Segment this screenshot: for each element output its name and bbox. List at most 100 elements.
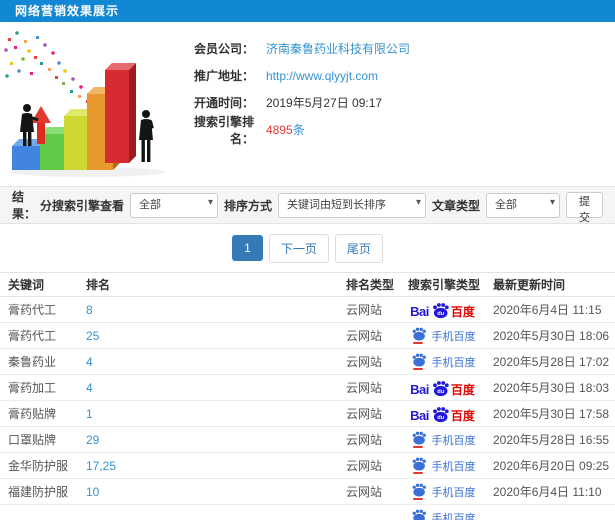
bar-chart-illustration: [0, 28, 172, 180]
engine-rank-count: 4895条: [266, 123, 305, 137]
engine-cell: 手机百度: [400, 322, 485, 349]
rank-type-cell: [338, 504, 400, 520]
table-row: 秦鲁药业 4 云网站 手机百度 2020年5月28日 17:02: [0, 348, 615, 375]
member-company-label: 会员公司：: [193, 42, 254, 56]
next-page-button[interactable]: 下一页: [268, 233, 329, 263]
baidu-paw-icon: du: [432, 380, 449, 396]
keyword-cell: 膏药代工: [0, 296, 78, 323]
mobile-baidu-paw-icon: [410, 457, 427, 474]
engine-view-label: 分搜索引擎查看: [39, 198, 124, 213]
table-row: 膏药代工 8 云网站 Bai du 百度 2020年6月4日 11:15: [0, 296, 615, 323]
table-row: 金华防护服 17,25 云网站 手机百度 2020年6月20日 09:25: [0, 452, 615, 479]
rank-type-cell: 云网站: [338, 322, 400, 349]
field-engine-rank-count: 搜索引擎排名： 4895条: [172, 115, 615, 146]
results-section-label: 结果：: [12, 190, 37, 221]
mobile-baidu-underline: [413, 342, 423, 344]
rank-link[interactable]: 10: [86, 485, 99, 499]
article-type-select[interactable]: 全部: [486, 192, 560, 218]
promo-url-link[interactable]: http://www.qlyyjt.com: [266, 69, 378, 83]
mobile-baidu-label: 手机百度: [431, 356, 476, 369]
submit-button[interactable]: 提交: [566, 192, 603, 224]
baidu-logo: Bai du 百度: [410, 302, 475, 318]
rank-cell: 17,25: [78, 452, 338, 479]
keyword-cell: 口罩贴牌: [0, 426, 78, 453]
engine-view-select[interactable]: 全部: [129, 192, 218, 218]
article-type-select-wrap: 全部: [486, 192, 560, 218]
mobile-baidu-logo: 手机百度: [410, 353, 476, 370]
rank-link[interactable]: 25: [86, 329, 99, 343]
keyword-cell: 膏药加工: [0, 374, 78, 401]
updated-cell: 2020年5月30日 18:06: [485, 322, 615, 349]
header-rank: 排名: [78, 272, 338, 297]
rank-cell: 4: [78, 374, 338, 401]
header-updated: 最新更新时间: [485, 272, 615, 297]
keyword-cell: 膏药代工: [0, 322, 78, 349]
rank-cell: 4: [78, 348, 338, 375]
page-header: 网络营销效果展示: [0, 0, 615, 22]
mobile-baidu-label: 手机百度: [431, 512, 476, 520]
engine-cell: 手机百度: [400, 504, 485, 520]
open-time-value: 2019年5月27日 09:17: [266, 96, 383, 110]
mobile-baidu-underline: [413, 446, 423, 448]
mobile-baidu-paw-icon: [410, 327, 427, 344]
engine-cell: 手机百度: [400, 478, 485, 505]
sort-select[interactable]: 关键词由短到长排序: [277, 192, 426, 218]
updated-cell: 2020年6月4日 11:10: [485, 478, 615, 505]
rank-cell: 29: [78, 426, 338, 453]
baidu-logo-bai-text: Bai: [410, 303, 429, 319]
engine-cell: 手机百度: [400, 452, 485, 479]
rank-link[interactable]: 1: [86, 407, 93, 421]
rank-link[interactable]: 17,25: [86, 459, 116, 473]
keyword-ranking-table: 关键词 排名 排名类型 搜索引擎类型 最新更新时间 膏药代工 8 云网站 Bai…: [0, 272, 615, 520]
field-member-company: 会员公司： 济南秦鲁药业科技有限公司: [172, 36, 615, 61]
engine-cell: Bai du 百度: [400, 400, 485, 427]
mobile-baidu-paw-icon: [410, 509, 427, 520]
businessman-right: [139, 110, 154, 162]
table-row: 口罩贴牌 29 云网站 手机百度 2020年5月28日 16:55: [0, 426, 615, 453]
baidu-logo: Bai du 百度: [410, 406, 475, 422]
updated-cell: 2020年6月20日 09:25: [485, 452, 615, 479]
mobile-baidu-label: 手机百度: [431, 486, 476, 499]
baidu-paw-icon: du: [432, 406, 449, 422]
member-company-link[interactable]: 济南秦鲁药业科技有限公司: [266, 40, 410, 57]
mobile-baidu-logo: 手机百度: [410, 327, 476, 344]
rank-link[interactable]: 8: [86, 303, 93, 317]
header-engine-type: 搜索引擎类型: [400, 272, 485, 297]
table-header-row: 关键词 排名 排名类型 搜索引擎类型 最新更新时间: [0, 272, 615, 297]
engine-cell: Bai du 百度: [400, 296, 485, 323]
rank-cell: [78, 504, 338, 520]
baidu-logo-cn-text: 百度: [450, 304, 475, 319]
baidu-logo-bai-text: Bai: [410, 381, 429, 397]
article-type-label: 文章类型: [431, 198, 480, 213]
updated-cell: [485, 504, 615, 520]
table-row: 福建防护服 10 云网站 手机百度 2020年6月4日 11:10: [0, 478, 615, 505]
last-page-button[interactable]: 尾页: [334, 233, 383, 263]
open-time-label: 开通时间：: [193, 96, 254, 110]
baidu-logo-bai-text: Bai: [410, 407, 429, 423]
updated-cell: 2020年5月30日 18:03: [485, 374, 615, 401]
rank-cell: 10: [78, 478, 338, 505]
rank-link[interactable]: 4: [86, 381, 93, 395]
mobile-baidu-underline: [413, 498, 423, 500]
engine-cell: Bai du 百度: [400, 374, 485, 401]
table-row: 膏药加工 4 云网站 Bai du 百度 2020年5月30日 18:03: [0, 374, 615, 401]
header-keyword: 关键词: [0, 272, 78, 297]
sort-label: 排序方式: [223, 198, 272, 213]
rank-count-unit: 条: [292, 123, 305, 137]
updated-cell: 2020年5月30日 17:58: [485, 400, 615, 427]
keyword-cell: 金华防护服: [0, 452, 78, 479]
rank-link[interactable]: 4: [86, 355, 93, 369]
mobile-baidu-logo: 手机百度: [410, 483, 476, 500]
svg-text:du: du: [437, 415, 444, 421]
promo-url-label: 推广地址：: [193, 69, 254, 83]
mobile-baidu-label: 手机百度: [431, 330, 476, 343]
rank-link[interactable]: 29: [86, 433, 99, 447]
keyword-cell: 秦鲁药业: [0, 348, 78, 375]
engine-cell: 手机百度: [400, 426, 485, 453]
mobile-baidu-label: 手机百度: [431, 434, 476, 447]
page-1-button[interactable]: 1: [232, 235, 263, 261]
mobile-baidu-logo: 手机百度: [410, 431, 476, 448]
rank-type-cell: 云网站: [338, 426, 400, 453]
rank-cell: 1: [78, 400, 338, 427]
rank-type-cell: 云网站: [338, 296, 400, 323]
